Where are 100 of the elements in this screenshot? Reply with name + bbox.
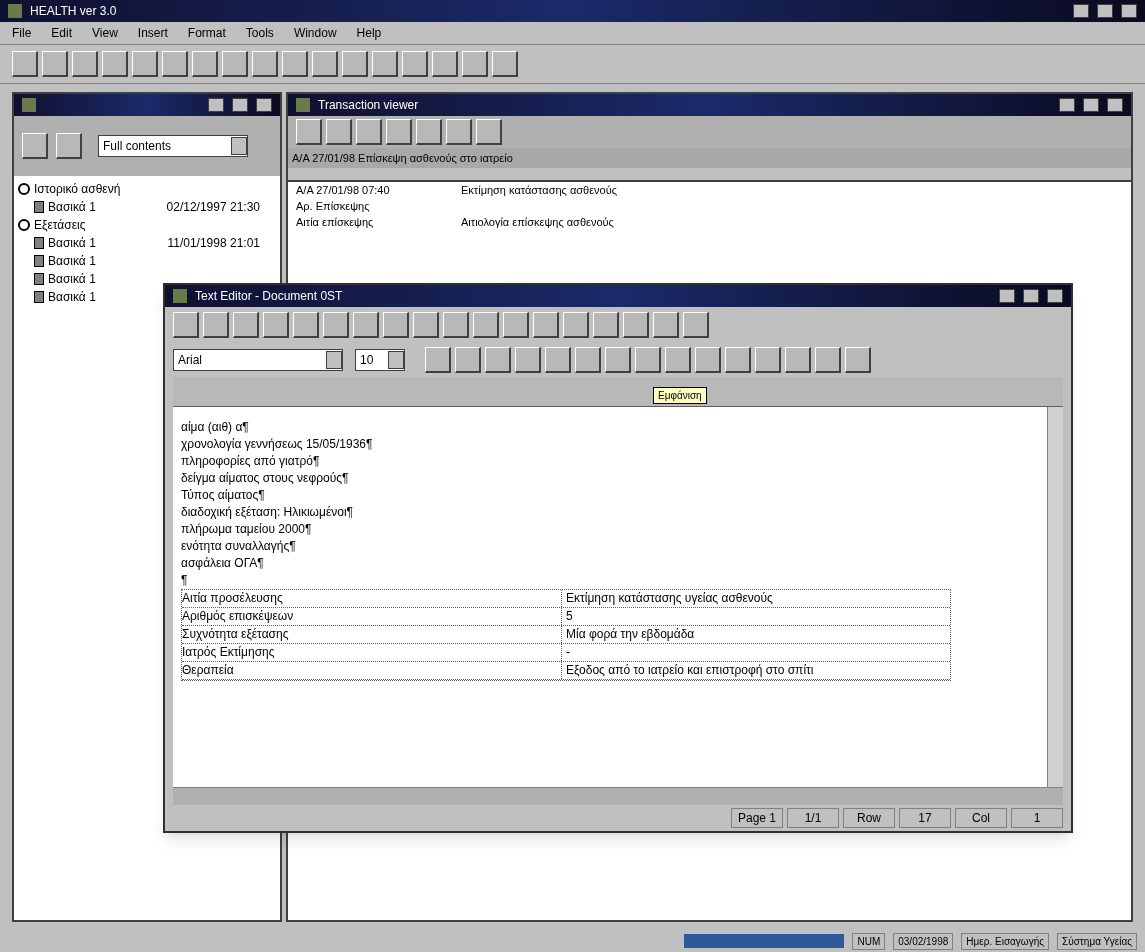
toolbar-button[interactable]	[446, 119, 472, 145]
toolbar-button[interactable]	[102, 51, 128, 77]
toolbar-button[interactable]	[593, 312, 619, 338]
toolbar-button[interactable]	[545, 347, 571, 373]
maximize-button[interactable]	[232, 98, 248, 112]
menu-item[interactable]: View	[92, 24, 118, 42]
toolbar-button[interactable]	[353, 312, 379, 338]
toolbar-button[interactable]	[755, 347, 781, 373]
toolbar-button[interactable]	[416, 119, 442, 145]
menu-item[interactable]: File	[12, 24, 32, 42]
toolbar-button[interactable]	[432, 51, 458, 77]
toolbar-button[interactable]	[533, 312, 559, 338]
menu-item[interactable]: Edit	[51, 24, 73, 42]
toolbar-button[interactable]	[443, 312, 469, 338]
toolbar-button[interactable]	[132, 51, 158, 77]
expanded-node-icon[interactable]	[18, 183, 30, 195]
toolbar-button[interactable]	[845, 347, 871, 373]
tree-item[interactable]: Ιστορικό ασθενή	[34, 180, 121, 198]
toolbar-button[interactable]	[492, 51, 518, 77]
toolbar-button[interactable]	[605, 347, 631, 373]
toolbar-button[interactable]	[203, 312, 229, 338]
toolbar-button[interactable]	[623, 312, 649, 338]
tree-item[interactable]: Βασικά 1	[48, 288, 96, 306]
toolbar-button[interactable]	[233, 312, 259, 338]
maximize-button[interactable]	[1023, 289, 1039, 303]
menu-item[interactable]: Help	[356, 24, 382, 42]
close-button[interactable]	[1107, 98, 1123, 112]
tree-item[interactable]: Βασικά 1	[48, 198, 96, 216]
toolbar-button[interactable]	[252, 51, 278, 77]
status-field: Σύστημα Υγείας	[1057, 932, 1137, 950]
toolbar-button[interactable]	[462, 51, 488, 77]
toolbar-button[interactable]	[42, 51, 68, 77]
tree-item[interactable]: Εξετάσεις	[34, 216, 86, 234]
toolbar-button[interactable]	[162, 51, 188, 77]
maximize-button[interactable]	[1097, 4, 1113, 18]
menu-item[interactable]: Insert	[137, 24, 168, 42]
toolbar-button[interactable]	[413, 312, 439, 338]
horizontal-scrollbar[interactable]	[173, 787, 1063, 805]
window-title: Text Editor - Document 0ST	[195, 288, 343, 305]
expanded-node-icon[interactable]	[18, 219, 30, 231]
toolbar-button[interactable]	[815, 347, 841, 373]
toolbar-button[interactable]	[455, 347, 481, 373]
minimize-button[interactable]	[1073, 4, 1089, 18]
toolbar-button[interactable]	[12, 51, 38, 77]
contents-dropdown[interactable]: Full contents	[98, 135, 248, 157]
toolbar-button[interactable]	[476, 119, 502, 145]
toolbar-button[interactable]	[383, 312, 409, 338]
close-button[interactable]	[256, 98, 272, 112]
toolbar-button[interactable]	[72, 51, 98, 77]
toolbar-button[interactable]	[785, 347, 811, 373]
minimize-button[interactable]	[999, 289, 1015, 303]
toolbar-button[interactable]	[323, 312, 349, 338]
table-cell: Αιτία προσέλευσης	[182, 590, 562, 607]
toolbar-button[interactable]	[372, 51, 398, 77]
toolbar-button[interactable]	[503, 312, 529, 338]
menu-item[interactable]: Window	[293, 24, 337, 42]
minimize-button[interactable]	[1059, 98, 1075, 112]
toolbar-button[interactable]	[653, 312, 679, 338]
close-button[interactable]	[1121, 4, 1137, 18]
minimize-button[interactable]	[208, 98, 224, 112]
toolbar-button[interactable]	[282, 51, 308, 77]
tree-item[interactable]: Βασικά 1	[48, 270, 96, 288]
toolbar-button[interactable]	[356, 119, 382, 145]
menu-item[interactable]: Tools	[245, 24, 274, 42]
toolbar-button[interactable]	[425, 347, 451, 373]
toolbar-button[interactable]	[402, 51, 428, 77]
close-button[interactable]	[1047, 289, 1063, 303]
toolbar-button[interactable]	[173, 312, 199, 338]
maximize-button[interactable]	[1083, 98, 1099, 112]
toolbar-button[interactable]	[296, 119, 322, 145]
toolbar-button[interactable]	[293, 312, 319, 338]
toolbar-button[interactable]	[312, 51, 338, 77]
toolbar-button[interactable]	[386, 119, 412, 145]
toolbar-button[interactable]	[56, 133, 82, 159]
tree-item[interactable]: Βασικά 1	[48, 234, 96, 252]
toolbar-button[interactable]	[665, 347, 691, 373]
toolbar-button[interactable]	[326, 119, 352, 145]
toolbar-button[interactable]	[22, 133, 48, 159]
toolbar-button[interactable]	[683, 312, 709, 338]
toolbar-button[interactable]	[263, 312, 289, 338]
toolbar-button[interactable]	[515, 347, 541, 373]
toolbar-button[interactable]	[575, 347, 601, 373]
document-line: δείγμα αίματος στους νεφρούς¶	[181, 470, 350, 487]
toolbar-button[interactable]	[563, 312, 589, 338]
menu-item[interactable]: Format	[187, 24, 226, 42]
toolbar-button[interactable]	[725, 347, 751, 373]
font-dropdown[interactable]: Arial	[173, 349, 343, 371]
toolbar-button[interactable]	[222, 51, 248, 77]
toolbar-button[interactable]	[485, 347, 511, 373]
vertical-scrollbar[interactable]	[1047, 407, 1063, 787]
toolbar-button[interactable]	[192, 51, 218, 77]
tree-item[interactable]: Βασικά 1	[48, 252, 96, 270]
window-icon	[173, 289, 187, 303]
window-title: Transaction viewer	[318, 97, 419, 114]
toolbar-button[interactable]	[695, 347, 721, 373]
toolbar-button[interactable]	[473, 312, 499, 338]
toolbar-button[interactable]	[635, 347, 661, 373]
font-size-dropdown[interactable]: 10	[355, 349, 405, 371]
table-cell-text: Μία φορά την εβδομάδα	[565, 626, 696, 643]
toolbar-button[interactable]	[342, 51, 368, 77]
